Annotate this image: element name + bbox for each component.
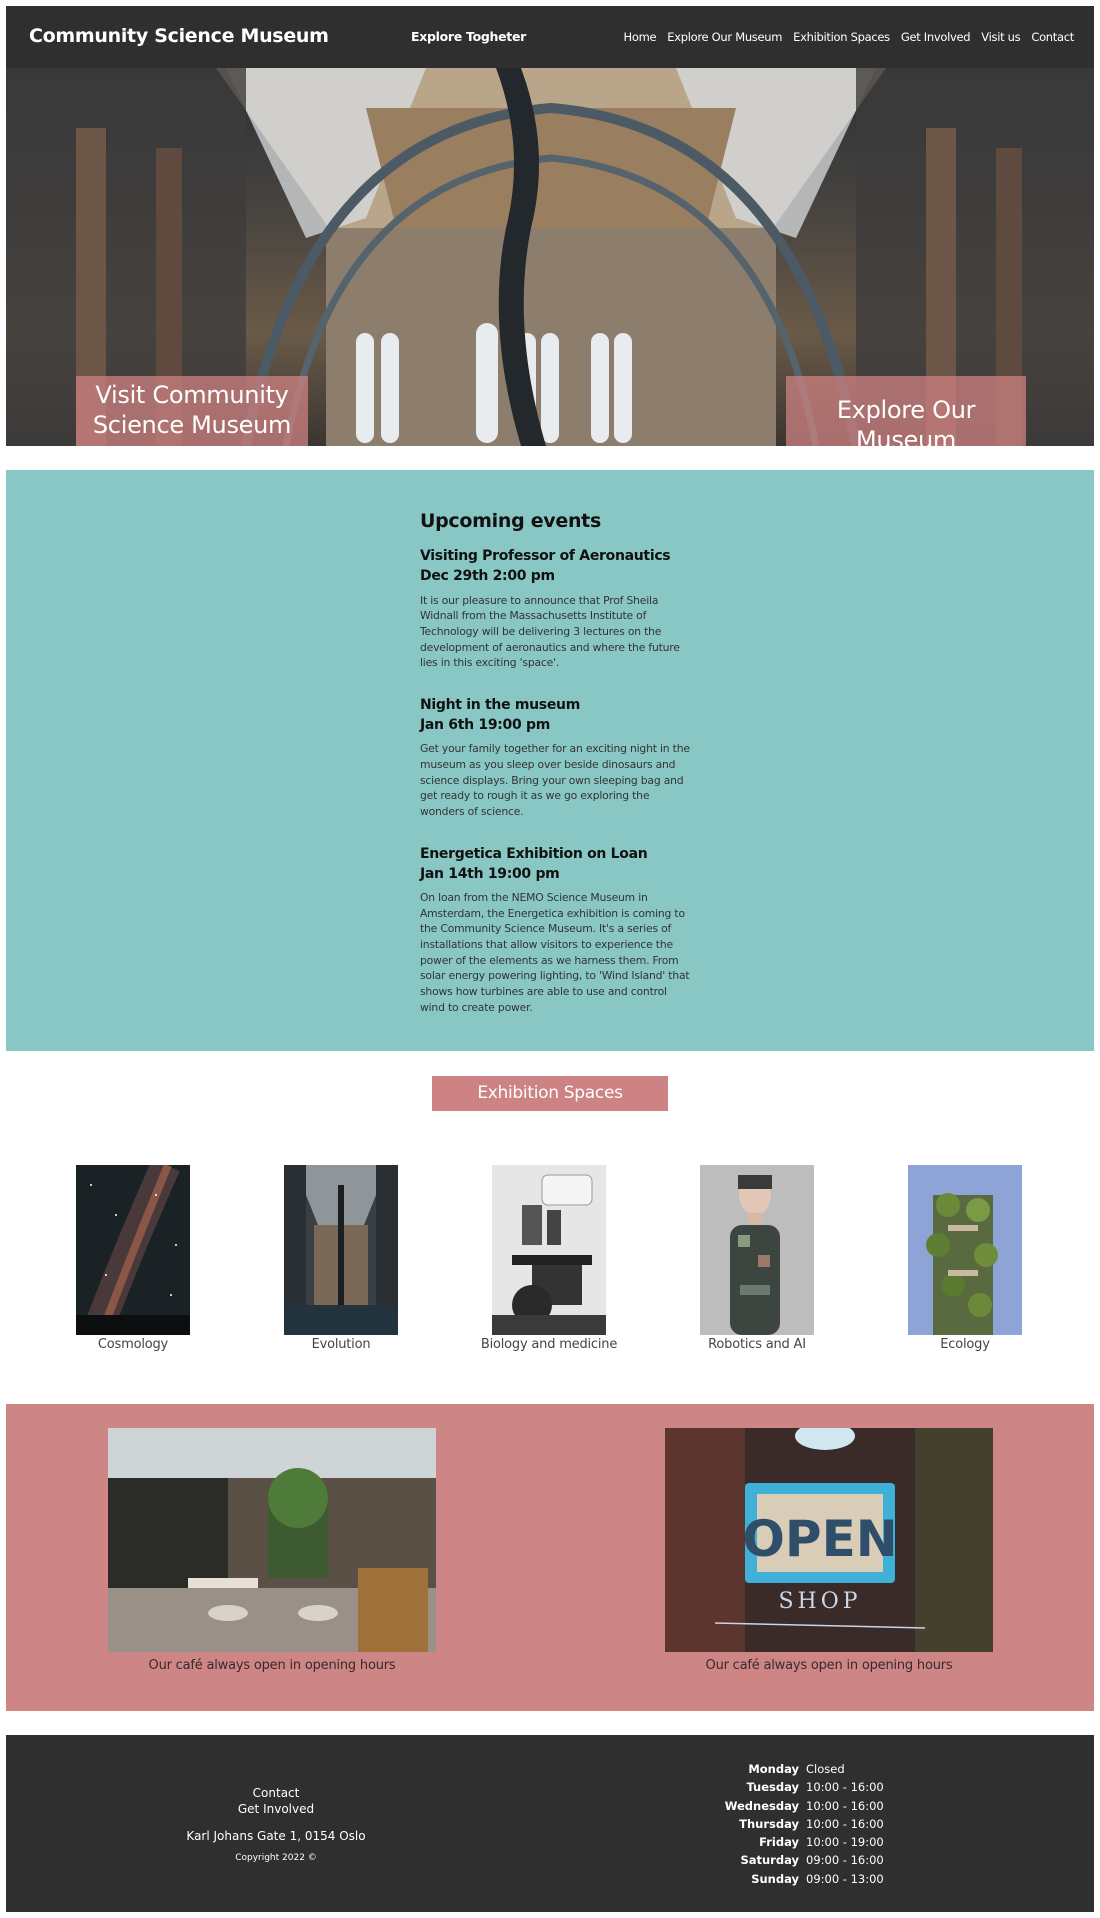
cafe-card: OPEN SHOP Our café always open in openin…: [665, 1428, 993, 1673]
event-name: Energetica Exhibition on Loan: [420, 845, 648, 862]
event-name: Visiting Professor of Aeronautics: [420, 548, 671, 564]
hours-time: 09:00 - 16:00: [806, 1853, 884, 1868]
upcoming-events-section: Upcoming events Visiting Professor of Ae…: [6, 470, 1094, 1051]
event-date: Dec 29th 2:00 pm: [420, 568, 555, 585]
event-date: Jan 6th 19:00 pm: [420, 717, 551, 734]
event-item: Night in the museum Jan 6th 19:00 pm Get…: [420, 695, 690, 820]
event-name: Night in the museum: [420, 696, 580, 713]
hero-caption-explore[interactable]: Explore Our Museum: [786, 376, 1026, 446]
exhibition-label: Biology and medicine: [480, 1337, 618, 1352]
hours-row: Wednesday 10:00 - 16:00: [706, 1797, 906, 1815]
hours-day: Friday: [759, 1835, 799, 1850]
nav-explore-museum[interactable]: Explore Our Museum: [667, 30, 782, 44]
opening-hours: Monday Closed Tuesday 10:00 - 16:00 Wednes…: [706, 1760, 906, 1888]
cafe-card: Our café always open in opening hours: [108, 1428, 436, 1673]
hours-time: Closed: [806, 1762, 845, 1776]
exhibition-label: Ecology: [940, 1337, 990, 1352]
events-title: Upcoming events: [420, 510, 601, 532]
exhibition-card-evolution[interactable]: Evolution: [251, 1165, 431, 1352]
footer-copyright: Copyright 2022 ©: [235, 1853, 317, 1864]
hours-time: 10:00 - 16:00: [806, 1816, 884, 1831]
hours-day: Saturday: [740, 1853, 799, 1868]
open-sign-image: OPEN SHOP: [665, 1428, 993, 1652]
exhibition-label: Robotics and AI: [708, 1337, 806, 1352]
open-sign-sub: SHOP: [778, 1589, 861, 1614]
hours-time: 09:00 - 13:00: [806, 1871, 884, 1886]
hours-row: Sunday 09:00 - 13:00: [706, 1870, 906, 1888]
event-date: Jan 14th 19:00 pm: [420, 865, 560, 882]
nav-exhibition-spaces[interactable]: Exhibition Spaces: [793, 30, 890, 44]
hero-banner: Visit Community Science Museum Explore O…: [6, 68, 1094, 446]
hours-row: Tuesday 10:00 - 16:00: [706, 1778, 906, 1796]
footer-contact-block: Contact Get Involved Karl Johans Gate 1,…: [176, 1785, 376, 1863]
cafe-caption: Our café always open in opening hours: [148, 1658, 396, 1673]
nav-visit-us[interactable]: Visit us: [981, 30, 1020, 44]
cafe-section: Our café always open in opening hours OP…: [6, 1404, 1094, 1711]
exhibition-spaces-heading[interactable]: Exhibition Spaces: [432, 1076, 668, 1111]
cafe-interior-image: [108, 1428, 436, 1652]
site-header: Community Science Museum Explore Toghete…: [6, 6, 1094, 68]
exhibition-card-biology[interactable]: Biology and medicine: [459, 1165, 639, 1352]
footer-address: Karl Johans Gate 1, 0154 Oslo: [186, 1829, 366, 1844]
nav-contact[interactable]: Contact: [1031, 30, 1074, 44]
hours-time: 10:00 - 16:00: [806, 1780, 884, 1795]
robotics-image: [700, 1165, 814, 1335]
event-item: Visiting Professor of Aeronautics Dec 29…: [420, 546, 690, 671]
hours-day: Monday: [748, 1762, 799, 1776]
cosmology-image: [76, 1165, 190, 1335]
event-description: Get your family together for an exciting…: [420, 742, 690, 818]
hours-day: Wednesday: [724, 1798, 799, 1813]
footer-link-get-involved[interactable]: Get Involved: [176, 1801, 376, 1817]
main-nav: Home Explore Our Museum Exhibition Space…: [624, 30, 1075, 44]
hours-time: 10:00 - 16:00: [806, 1798, 884, 1813]
exhibition-label: Cosmology: [97, 1337, 169, 1352]
hours-time: 10:00 - 19:00: [806, 1835, 884, 1850]
hours-row: Thursday 10:00 - 16:00: [706, 1815, 906, 1833]
site-footer: Contact Get Involved Karl Johans Gate 1,…: [6, 1735, 1094, 1912]
site-brand[interactable]: Community Science Museum: [29, 25, 329, 47]
exhibition-card-cosmology[interactable]: Cosmology: [43, 1165, 223, 1352]
hours-day: Tuesday: [746, 1780, 799, 1795]
hours-day: Thursday: [739, 1816, 799, 1831]
ecology-image: [908, 1165, 1022, 1335]
hours-row: Saturday 09:00 - 16:00: [706, 1851, 906, 1869]
exhibition-card-ecology[interactable]: Ecology: [875, 1165, 1055, 1352]
nav-home[interactable]: Home: [624, 30, 657, 44]
hours-row: Monday Closed: [706, 1760, 906, 1778]
event-item: Energetica Exhibition on Loan Jan 14th 1…: [420, 844, 690, 1016]
site-tagline: Explore Togheter: [411, 29, 527, 44]
open-sign-word: OPEN: [742, 1510, 897, 1568]
cafe-caption: Our café always open in opening hours: [705, 1658, 953, 1673]
exhibition-label: Evolution: [311, 1337, 371, 1352]
event-description: On loan from the NEMO Science Museum in …: [420, 891, 690, 1014]
hours-day: Sunday: [751, 1871, 799, 1886]
event-description: It is our pleasure to announce that Prof…: [420, 593, 680, 670]
biology-image: [492, 1165, 606, 1335]
hours-row: Friday 10:00 - 19:00: [706, 1833, 906, 1851]
nav-get-involved[interactable]: Get Involved: [901, 30, 971, 44]
evolution-image: [284, 1165, 398, 1335]
exhibition-card-robotics[interactable]: Robotics and AI: [667, 1165, 847, 1352]
hero-caption-visit[interactable]: Visit Community Science Museum: [76, 376, 308, 446]
footer-link-contact[interactable]: Contact: [176, 1785, 376, 1801]
